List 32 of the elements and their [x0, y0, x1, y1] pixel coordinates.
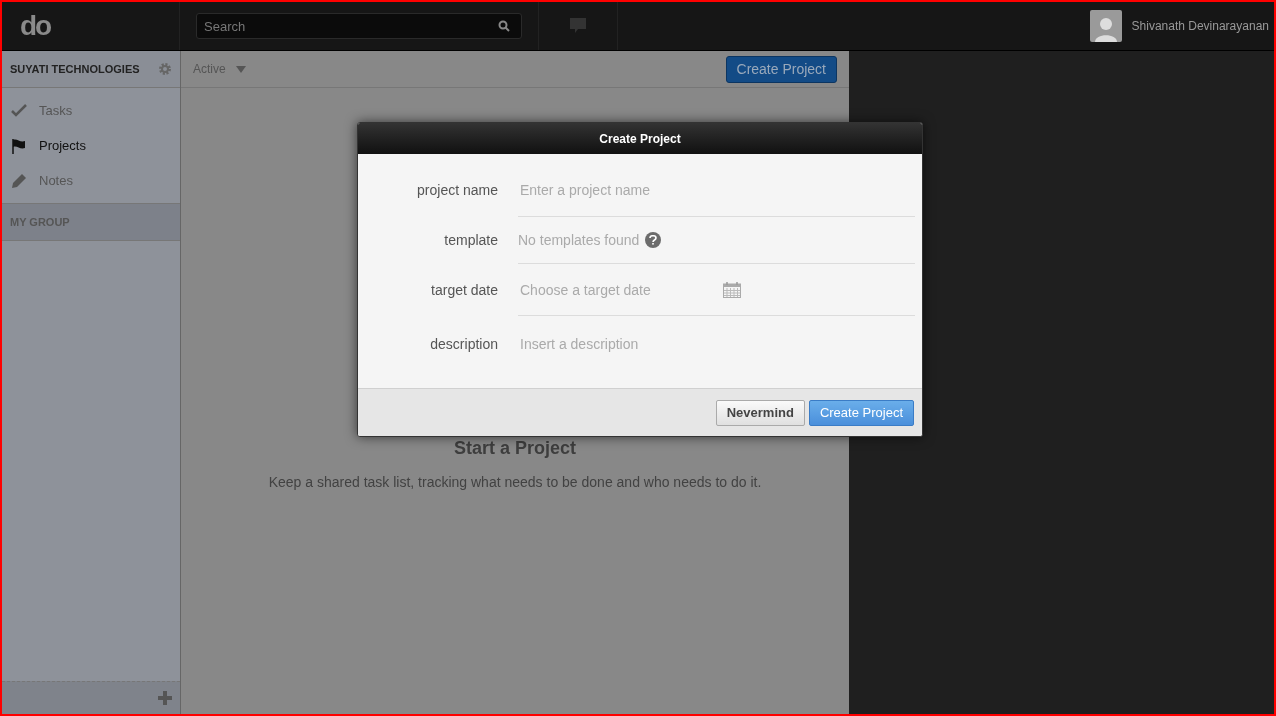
date-field[interactable]: Choose a target date — [518, 274, 718, 305]
nav-item[interactable]: Tasks — [2, 93, 180, 128]
field-label: template — [443, 231, 499, 250]
create-project-button[interactable]: Create Project — [808, 399, 914, 426]
input-field[interactable]: Enter a project name — [518, 175, 915, 205]
logo: do — [20, 12, 51, 40]
settings-icon[interactable] — [158, 62, 172, 76]
template-value: No templates found — [518, 230, 640, 250]
user-name[interactable]: Shivanath Devinarayanan — [1131, 17, 1269, 35]
add-icon[interactable] — [158, 691, 172, 705]
caret-icon — [235, 65, 246, 73]
search-icon — [498, 20, 510, 32]
empty-state-title: Start a Project — [453, 437, 576, 460]
avatar-icon[interactable] — [1089, 10, 1122, 42]
pencil-icon — [11, 172, 27, 189]
nav-item[interactable]: Projects — [2, 128, 180, 163]
empty-state-text: Keep a shared task list, tracking what needs to be done and who needs to do it. — [268, 473, 762, 492]
calendar-icon[interactable] — [723, 281, 741, 298]
check-icon — [11, 102, 27, 119]
cancel-button[interactable]: Nevermind — [715, 399, 805, 426]
nav-item[interactable]: Notes — [2, 163, 180, 198]
flag-icon — [11, 137, 27, 154]
organization-name: SUYATI TECHNOLOGIES — [10, 61, 140, 77]
chat-icon[interactable] — [570, 18, 586, 34]
search-field[interactable]: Search — [196, 13, 522, 39]
field-label: target date — [430, 280, 499, 300]
field-label: project name — [416, 181, 499, 200]
create-project-button[interactable]: Create Project — [725, 55, 837, 83]
field-label: description — [429, 334, 499, 354]
help-icon[interactable] — [645, 232, 662, 248]
dialog-title: Create Project — [599, 130, 681, 148]
description-field[interactable]: Insert a description — [518, 329, 915, 359]
